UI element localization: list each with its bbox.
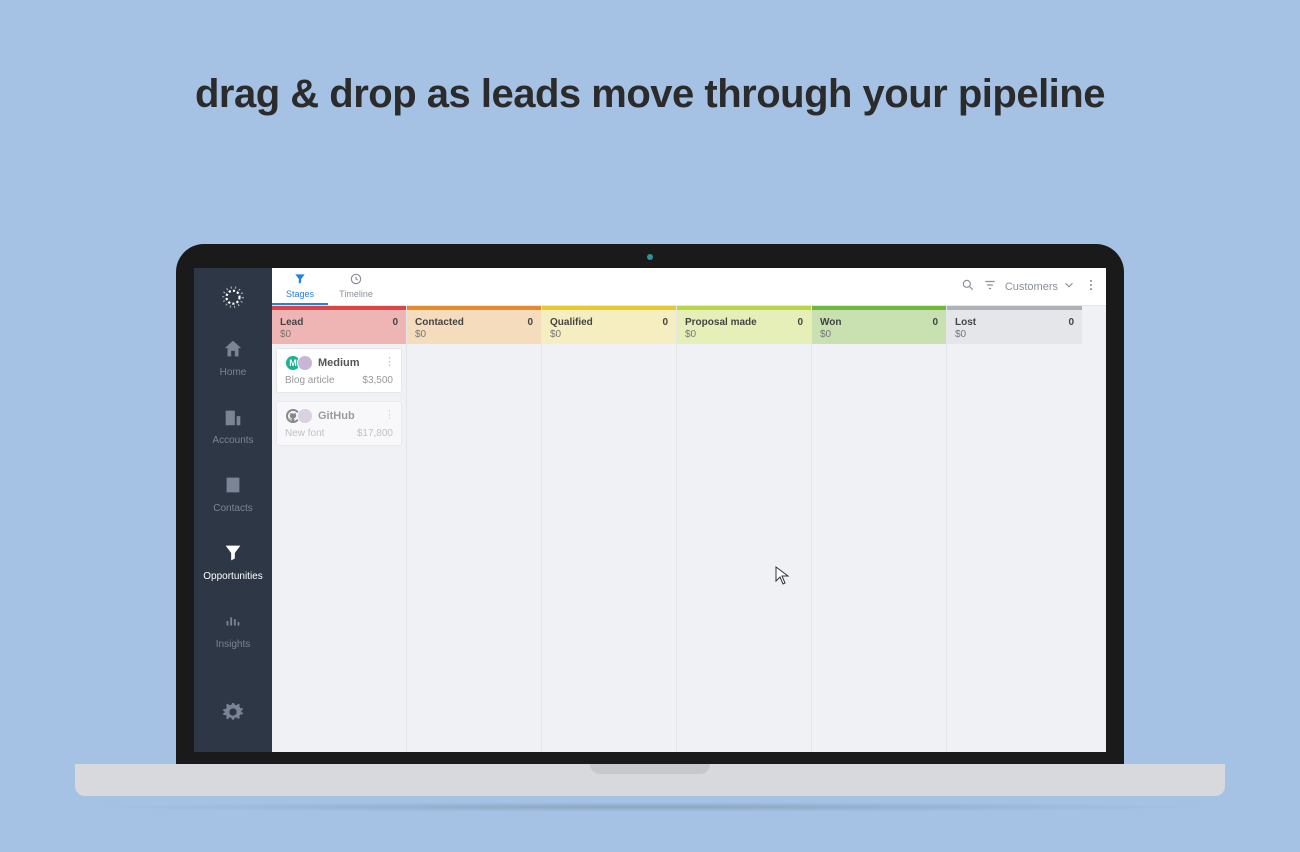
stage-amount: $0 xyxy=(820,329,938,340)
column-header: Proposal made 0 $0 xyxy=(677,306,811,344)
clock-icon xyxy=(349,272,363,288)
funnel-icon xyxy=(222,542,244,567)
tab-label: Timeline xyxy=(339,289,373,299)
stage-amount: $0 xyxy=(415,329,533,340)
main-area: Stages Timeline xyxy=(272,268,1106,752)
kanban-board: Lead 0 $0 M Medium xyxy=(272,306,1106,752)
kanban-column-won[interactable]: Won 0 $0 xyxy=(812,306,947,752)
topbar: Stages Timeline xyxy=(272,268,1106,306)
card-amount: $17,800 xyxy=(357,428,393,439)
filter-icon[interactable] xyxy=(983,278,997,295)
stage-count: 0 xyxy=(1068,317,1074,328)
tab-label: Stages xyxy=(286,289,314,299)
stage-name: Qualified xyxy=(550,317,593,328)
settings-button[interactable] xyxy=(222,701,244,728)
opportunity-card[interactable]: GitHub ⋮ New font $17,800 xyxy=(276,401,402,446)
stage-count: 0 xyxy=(662,317,668,328)
laptop-base xyxy=(75,764,1225,796)
app-screen: Home Accounts Contacts xyxy=(194,268,1106,752)
stage-count: 0 xyxy=(527,317,533,328)
laptop-bezel: Home Accounts Contacts xyxy=(176,244,1124,764)
stage-name: Proposal made xyxy=(685,317,757,328)
funnel-icon xyxy=(293,272,307,288)
column-header: Lead 0 $0 xyxy=(272,306,406,344)
laptop-shadow xyxy=(75,802,1225,812)
stage-amount: $0 xyxy=(550,329,668,340)
column-header: Contacted 0 $0 xyxy=(407,306,541,344)
stage-count: 0 xyxy=(392,317,398,328)
kanban-column-lead[interactable]: Lead 0 $0 M Medium xyxy=(272,306,407,752)
stage-count: 0 xyxy=(932,317,938,328)
opportunity-card[interactable]: M Medium ⋮ Blog article $3,500 xyxy=(276,348,402,393)
avatar-stack xyxy=(285,408,313,424)
laptop-camera xyxy=(647,254,653,260)
column-header: Won 0 $0 xyxy=(812,306,946,344)
topbar-actions: Customers xyxy=(961,268,1098,305)
home-icon xyxy=(222,338,244,363)
gear-icon xyxy=(222,710,244,727)
kanban-column-lost[interactable]: Lost 0 $0 xyxy=(947,306,1082,752)
contact-avatar xyxy=(297,408,313,424)
stage-name: Contacted xyxy=(415,317,464,328)
view-selector-label: Customers xyxy=(1005,281,1058,293)
building-icon xyxy=(222,406,244,431)
search-icon[interactable] xyxy=(961,278,975,295)
card-more-icon[interactable]: ⋮ xyxy=(384,355,395,368)
sidebar-item-home[interactable]: Home xyxy=(220,338,247,378)
app-logo[interactable] xyxy=(220,282,246,308)
column-header: Qualified 0 $0 xyxy=(542,306,676,344)
card-amount: $3,500 xyxy=(362,375,393,386)
laptop-mockup: Home Accounts Contacts xyxy=(176,244,1124,812)
kanban-column-contacted[interactable]: Contacted 0 $0 xyxy=(407,306,542,752)
stage-name: Lost xyxy=(955,317,976,328)
sidebar-item-label: Opportunities xyxy=(203,571,262,582)
stage-count: 0 xyxy=(797,317,803,328)
card-subject: New font xyxy=(285,428,324,439)
stage-amount: $0 xyxy=(955,329,1074,340)
stage-amount: $0 xyxy=(685,329,803,340)
card-company: Medium xyxy=(318,357,360,369)
avatar-stack: M xyxy=(285,355,313,371)
view-tabs: Stages Timeline xyxy=(272,268,384,305)
sidebar-item-accounts[interactable]: Accounts xyxy=(212,406,253,446)
stage-name: Won xyxy=(820,317,841,328)
kanban-column-qualified[interactable]: Qualified 0 $0 xyxy=(542,306,677,752)
contact-avatar xyxy=(297,355,313,371)
sidebar-item-label: Insights xyxy=(216,639,250,650)
insights-icon xyxy=(222,610,244,635)
page-headline: drag & drop as leads move through your p… xyxy=(0,72,1300,117)
tab-timeline[interactable]: Timeline xyxy=(328,268,384,305)
card-more-icon[interactable]: ⋮ xyxy=(384,408,395,421)
sidebar-item-contacts[interactable]: Contacts xyxy=(213,474,252,514)
kanban-column-proposal[interactable]: Proposal made 0 $0 xyxy=(677,306,812,752)
sidebar-item-label: Home xyxy=(220,367,247,378)
sidebar-item-insights[interactable]: Insights xyxy=(216,610,250,650)
sidebar-item-label: Accounts xyxy=(212,435,253,446)
stage-amount: $0 xyxy=(280,329,398,340)
contact-icon xyxy=(222,474,244,499)
tab-stages[interactable]: Stages xyxy=(272,268,328,305)
column-header: Lost 0 $0 xyxy=(947,306,1082,344)
stage-name: Lead xyxy=(280,317,303,328)
card-company: GitHub xyxy=(318,410,355,422)
sidebar-item-label: Contacts xyxy=(213,503,252,514)
more-icon[interactable] xyxy=(1084,278,1098,295)
view-selector[interactable]: Customers xyxy=(1005,278,1076,295)
chevron-down-icon xyxy=(1062,278,1076,295)
sidebar-item-opportunities[interactable]: Opportunities xyxy=(203,542,262,582)
card-subject: Blog article xyxy=(285,375,334,386)
sidebar: Home Accounts Contacts xyxy=(194,268,272,752)
